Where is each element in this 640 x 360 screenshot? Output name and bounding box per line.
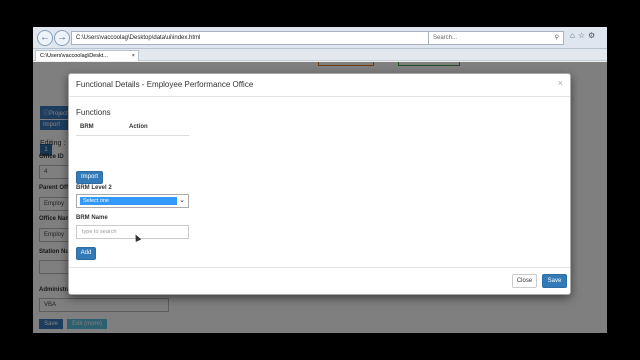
- add-button[interactable]: Add: [76, 247, 96, 260]
- save-button[interactable]: Save: [542, 274, 567, 288]
- tab-bar: C:\Users\vaccoolag\Deskt... ×: [33, 49, 607, 61]
- brm-level2-selected: Select one: [80, 197, 177, 205]
- functions-heading: Functions: [76, 108, 111, 117]
- tab-title: C:\Users\vaccoolag\Deskt...: [40, 53, 108, 59]
- browser-tab[interactable]: C:\Users\vaccoolag\Deskt... ×: [35, 50, 139, 61]
- brm-name-placeholder: type to search: [82, 229, 117, 235]
- import-button[interactable]: Import: [76, 171, 103, 184]
- brm-level2-select[interactable]: Select one ⌄: [76, 194, 189, 208]
- tab-close-icon[interactable]: ×: [132, 51, 135, 61]
- address-bar[interactable]: C:\Users\vaccoolag\Desktop\data\ui\index…: [71, 31, 455, 45]
- table-header-brm: BRM: [80, 124, 94, 130]
- gear-icon[interactable]: ⚙: [588, 31, 598, 40]
- modal-title: Functional Details - Employee Performanc…: [76, 80, 254, 89]
- browser-toolbar: ← → C:\Users\vaccoolag\Desktop\data\ui\i…: [33, 27, 607, 49]
- address-text: C:\Users\vaccoolag\Desktop\data\ui\index…: [76, 35, 201, 41]
- close-button[interactable]: Close: [512, 274, 537, 288]
- screen: ← → C:\Users\vaccoolag\Desktop\data\ui\i…: [33, 27, 607, 333]
- modal-footer-divider: [69, 267, 570, 268]
- chevron-down-icon: ⌄: [179, 197, 185, 204]
- search-input[interactable]: Search... ⚲: [428, 31, 564, 45]
- back-icon[interactable]: ←: [37, 30, 53, 46]
- search-icon[interactable]: ⚲: [555, 32, 559, 44]
- table-divider: [76, 135, 189, 136]
- home-icon[interactable]: ⌂: [570, 31, 578, 40]
- toolbar-icons: ⌂☆⚙: [570, 31, 598, 40]
- search-placeholder: Search...: [433, 35, 458, 41]
- brm-level2-label: BRM Level 2: [76, 185, 112, 191]
- functional-details-modal: Functional Details - Employee Performanc…: [68, 73, 571, 295]
- favorites-icon[interactable]: ☆: [578, 31, 588, 40]
- brm-name-label: BRM Name: [76, 215, 108, 221]
- modal-header: Functional Details - Employee Performanc…: [69, 74, 570, 97]
- forward-icon[interactable]: →: [54, 30, 70, 46]
- close-icon[interactable]: ×: [558, 78, 563, 88]
- table-header-action: Action: [129, 124, 148, 130]
